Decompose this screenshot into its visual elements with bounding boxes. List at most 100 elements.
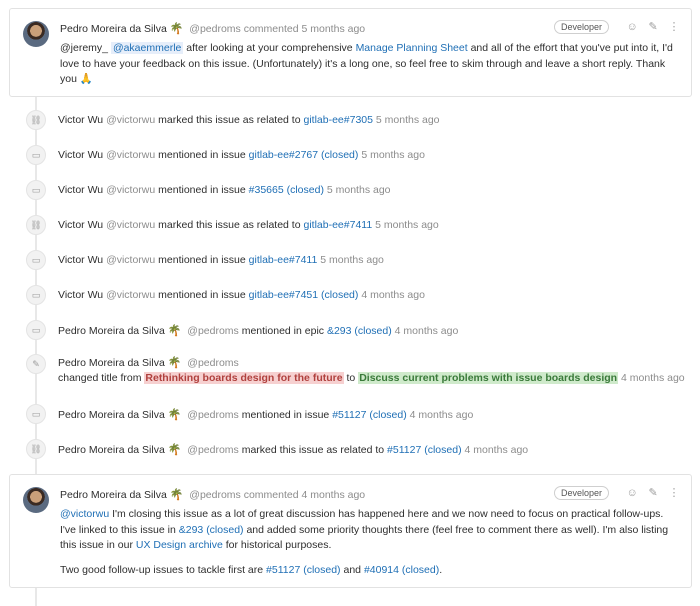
event-handle[interactable]: @victorwu (106, 114, 155, 126)
more-options-icon[interactable]: ⋮ (667, 486, 681, 499)
pencil-square-icon: ✎ (26, 354, 46, 374)
event-action: mentioned in issue (158, 149, 246, 161)
palm-tree-emoji: 🌴 (167, 444, 182, 456)
event-action: mentioned in issue (241, 409, 330, 421)
note-body-paragraph: Two good follow-up issues to tackle firs… (60, 564, 443, 576)
event-author[interactable]: Victor Wu (58, 114, 103, 126)
link-icon: ⛓ (26, 110, 46, 130)
issue-ref-link[interactable]: gitlab-ee#7451 (closed) (249, 289, 359, 301)
event-handle[interactable]: @pedroms (187, 325, 239, 337)
issue-link[interactable]: #40914 (closed) (364, 564, 439, 576)
mention-link[interactable]: @akaemmerle (110, 42, 184, 54)
issue-ref-link[interactable]: gitlab-ee#7411 (303, 219, 372, 231)
event-handle[interactable]: @pedroms (187, 409, 239, 421)
event-handle[interactable]: @victorwu (106, 289, 155, 301)
ux-archive-link[interactable]: UX Design archive (136, 539, 223, 551)
avatar[interactable] (23, 21, 49, 47)
system-event: ▭ Victor Wu @victorwu mentioned in issue … (0, 285, 700, 305)
event-action: mentioned in issue (158, 254, 246, 266)
comment-icon: ▭ (26, 180, 46, 200)
event-handle[interactable]: @victorwu (106, 254, 155, 266)
event-time[interactable]: 4 months ago (410, 409, 474, 421)
link-icon: ⛓ (26, 439, 46, 459)
smiley-icon[interactable]: ☺ (625, 487, 639, 499)
link-icon: ⛓ (26, 215, 46, 235)
event-author[interactable]: Pedro Moreira da Silva (58, 444, 165, 456)
comment-icon: ▭ (26, 145, 46, 165)
event-author[interactable]: Pedro Moreira da Silva (58, 325, 165, 337)
event-action: marked this issue as related to (158, 114, 301, 126)
event-time[interactable]: 5 months ago (376, 114, 440, 126)
palm-tree-emoji: 🌴 (167, 409, 182, 421)
event-time[interactable]: 4 months ago (465, 444, 529, 456)
system-event: ▭ Victor Wu @victorwu mentioned in issue … (0, 250, 700, 270)
event-action: marked this issue as related to (241, 444, 385, 456)
event-handle[interactable]: @pedroms (187, 357, 239, 369)
palm-tree-emoji: 🌴 (167, 357, 182, 369)
issue-ref-link[interactable]: gitlab-ee#7411 (249, 254, 318, 266)
note-body: @victorwu I'm closing this issue as a lo… (60, 508, 669, 551)
event-action: marked this issue as related to (158, 219, 301, 231)
mention-link[interactable]: @jeremy_ (60, 42, 108, 54)
system-event: ▭ Victor Wu @victorwu mentioned in issue … (0, 145, 700, 165)
event-time[interactable]: 5 months ago (375, 219, 439, 231)
note-time[interactable]: 4 months ago (302, 489, 366, 501)
event-author[interactable]: Pedro Moreira da Silva (58, 357, 165, 369)
epic-link[interactable]: &293 (closed) (179, 524, 244, 536)
mention-link[interactable]: @victorwu (60, 508, 109, 520)
note-action: commented (243, 23, 299, 35)
system-event: ▭ Pedro Moreira da Silva 🌴 @pedroms menti… (0, 320, 700, 340)
system-event: ▭ Victor Wu @victorwu mentioned in issue … (0, 180, 700, 200)
event-time[interactable]: 4 months ago (621, 372, 685, 384)
palm-tree-emoji: 🌴 (169, 489, 184, 501)
event-time[interactable]: 4 months ago (395, 325, 459, 337)
author-handle[interactable]: @pedroms (189, 489, 241, 501)
issue-ref-link[interactable]: #35665 (closed) (249, 184, 324, 196)
event-handle[interactable]: @victorwu (106, 219, 155, 231)
event-handle[interactable]: @victorwu (106, 149, 155, 161)
author-handle[interactable]: @pedroms (189, 23, 241, 35)
comment-note: Pedro Moreira da Silva 🌴 @pedroms commen… (9, 8, 692, 97)
system-event: ⛓ Victor Wu @victorwu marked this issue a… (0, 110, 700, 130)
event-handle[interactable]: @victorwu (106, 184, 155, 196)
note-time[interactable]: 5 months ago (302, 23, 366, 35)
more-options-icon[interactable]: ⋮ (667, 20, 681, 33)
event-action: mentioned in issue (158, 289, 246, 301)
system-event: ▭ Pedro Moreira da Silva 🌴 @pedroms menti… (0, 404, 700, 424)
issue-ref-link[interactable]: #51127 (closed) (332, 409, 407, 421)
issue-ref-link[interactable]: &293 (closed) (327, 325, 392, 337)
planning-sheet-link[interactable]: Manage Planning Sheet (356, 42, 468, 54)
avatar[interactable] (23, 487, 49, 513)
event-handle[interactable]: @pedroms (187, 444, 239, 456)
issue-ref-link[interactable]: gitlab-ee#7305 (303, 114, 372, 126)
event-time[interactable]: 5 months ago (327, 184, 391, 196)
smiley-icon[interactable]: ☺ (625, 21, 639, 33)
event-author[interactable]: Pedro Moreira da Silva (58, 409, 165, 421)
event-author[interactable]: Victor Wu (58, 289, 103, 301)
event-time[interactable]: 4 months ago (361, 289, 425, 301)
comment-note: Pedro Moreira da Silva 🌴 @pedroms commen… (9, 474, 692, 588)
issue-ref-link[interactable]: #51127 (closed) (387, 444, 462, 456)
author-name[interactable]: Pedro Moreira da Silva (60, 23, 167, 35)
palm-tree-emoji: 🌴 (169, 23, 184, 35)
event-author[interactable]: Victor Wu (58, 219, 103, 231)
event-author[interactable]: Victor Wu (58, 149, 103, 161)
comment-icon: ▭ (26, 250, 46, 270)
note-action: commented (243, 489, 299, 501)
event-author[interactable]: Victor Wu (58, 254, 103, 266)
event-author[interactable]: Victor Wu (58, 184, 103, 196)
note-header: Pedro Moreira da Silva 🌴 @pedroms commen… (60, 20, 681, 38)
note-header: Pedro Moreira da Silva 🌴 @pedroms commen… (60, 486, 681, 504)
issue-link[interactable]: #51127 (closed) (266, 564, 341, 576)
issue-ref-link[interactable]: gitlab-ee#2767 (closed) (249, 149, 359, 161)
comment-icon: ▭ (26, 320, 46, 340)
role-badge: Developer (553, 486, 609, 500)
author-name[interactable]: Pedro Moreira da Silva (60, 489, 167, 501)
comment-icon: ▭ (26, 404, 46, 424)
pray-emoji: 🙏 (79, 73, 93, 85)
edit-pencil-icon[interactable]: ✎ (646, 486, 660, 499)
event-time[interactable]: 5 months ago (361, 149, 425, 161)
palm-tree-emoji: 🌴 (167, 325, 182, 337)
edit-pencil-icon[interactable]: ✎ (646, 20, 660, 33)
event-time[interactable]: 5 months ago (320, 254, 384, 266)
